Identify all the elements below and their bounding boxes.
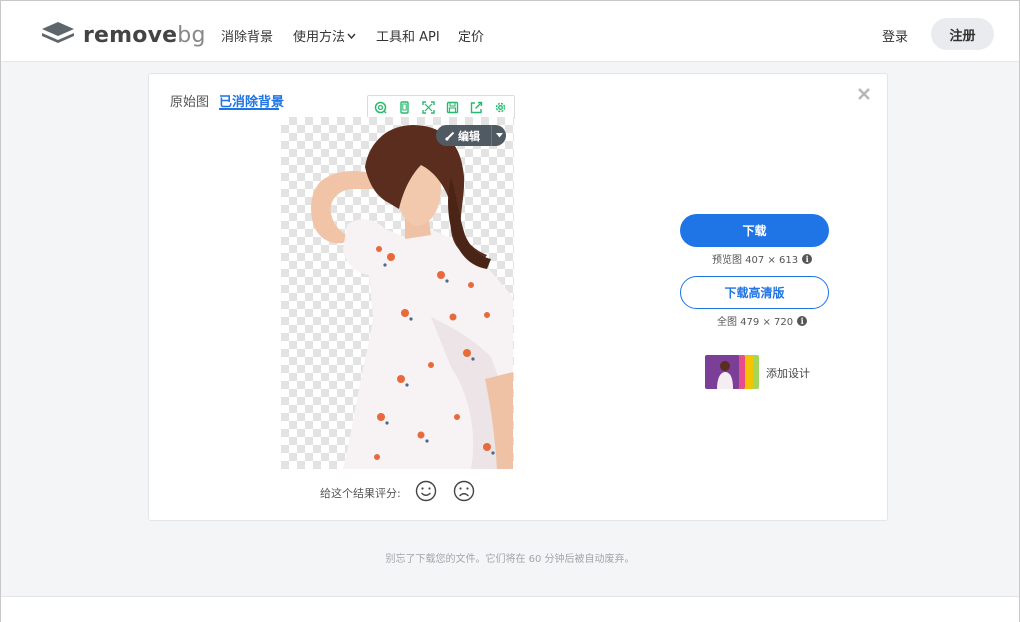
edit-button[interactable]: 编辑: [436, 125, 506, 146]
rating-row: 给这个结果评分:: [320, 480, 475, 506]
add-design-label: 添加设计: [766, 367, 810, 380]
preview-size-info: 预览图 407 × 613 i: [712, 251, 813, 266]
nav-pricing[interactable]: 定价: [458, 26, 484, 45]
subject-cutout: [311, 125, 513, 469]
download-button[interactable]: 下载: [680, 214, 829, 247]
login-link[interactable]: 登录: [882, 26, 908, 45]
info-icon[interactable]: i: [802, 253, 813, 264]
nav-tools-api[interactable]: 工具和 API: [376, 26, 440, 45]
top-navbar: removebg 消除背景 使用方法 工具和 API 定价 登录 注册: [1, 1, 1019, 62]
download-hd-button[interactable]: 下载高清版: [680, 276, 829, 309]
edit-button-label: 编辑: [458, 129, 480, 143]
layered-stack-icon: [41, 21, 75, 49]
full-size-info: 全图 479 × 720 i: [717, 313, 808, 328]
nav-how-to-use-label: 使用方法: [293, 30, 346, 45]
expand-icon[interactable]: [416, 96, 440, 118]
full-size-text: 全图 479 × 720: [717, 317, 794, 328]
bottom-band: [1, 596, 1019, 622]
share-icon[interactable]: [464, 96, 488, 118]
settings-icon[interactable]: [488, 96, 512, 118]
caret-down-icon[interactable]: [492, 131, 506, 141]
frown-icon[interactable]: [453, 480, 475, 506]
smile-icon[interactable]: [415, 480, 437, 506]
phone-icon[interactable]: [392, 96, 416, 118]
zoom-icon[interactable]: [368, 96, 392, 118]
active-tab-indicator: [219, 108, 279, 110]
auto-delete-note: 别忘了下载您的文件。它们将在 60 分钟后被自动废弃。: [385, 554, 635, 565]
result-image[interactable]: [281, 117, 514, 469]
nav-remove-background[interactable]: 消除背景: [221, 26, 273, 45]
close-icon[interactable]: [858, 84, 870, 105]
nav-how-to-use[interactable]: 使用方法: [293, 26, 356, 45]
info-icon[interactable]: i: [797, 315, 808, 326]
image-toolbar: [367, 95, 515, 119]
add-design-button[interactable]: 添加设计: [705, 355, 810, 391]
edit-button-main[interactable]: 编辑: [436, 128, 491, 144]
signup-button[interactable]: 注册: [931, 18, 994, 50]
logo[interactable]: removebg: [41, 21, 206, 49]
rating-label: 给这个结果评分:: [320, 487, 401, 500]
logo-text: removebg: [83, 22, 206, 48]
design-thumb-photo: [705, 355, 739, 389]
chevron-down-icon: [347, 29, 356, 42]
tab-original[interactable]: 原始图: [170, 91, 209, 110]
save-icon[interactable]: [440, 96, 464, 118]
brush-icon: [445, 131, 455, 141]
design-thumbnails: [705, 355, 760, 391]
preview-size-text: 预览图 407 × 613: [712, 255, 799, 266]
